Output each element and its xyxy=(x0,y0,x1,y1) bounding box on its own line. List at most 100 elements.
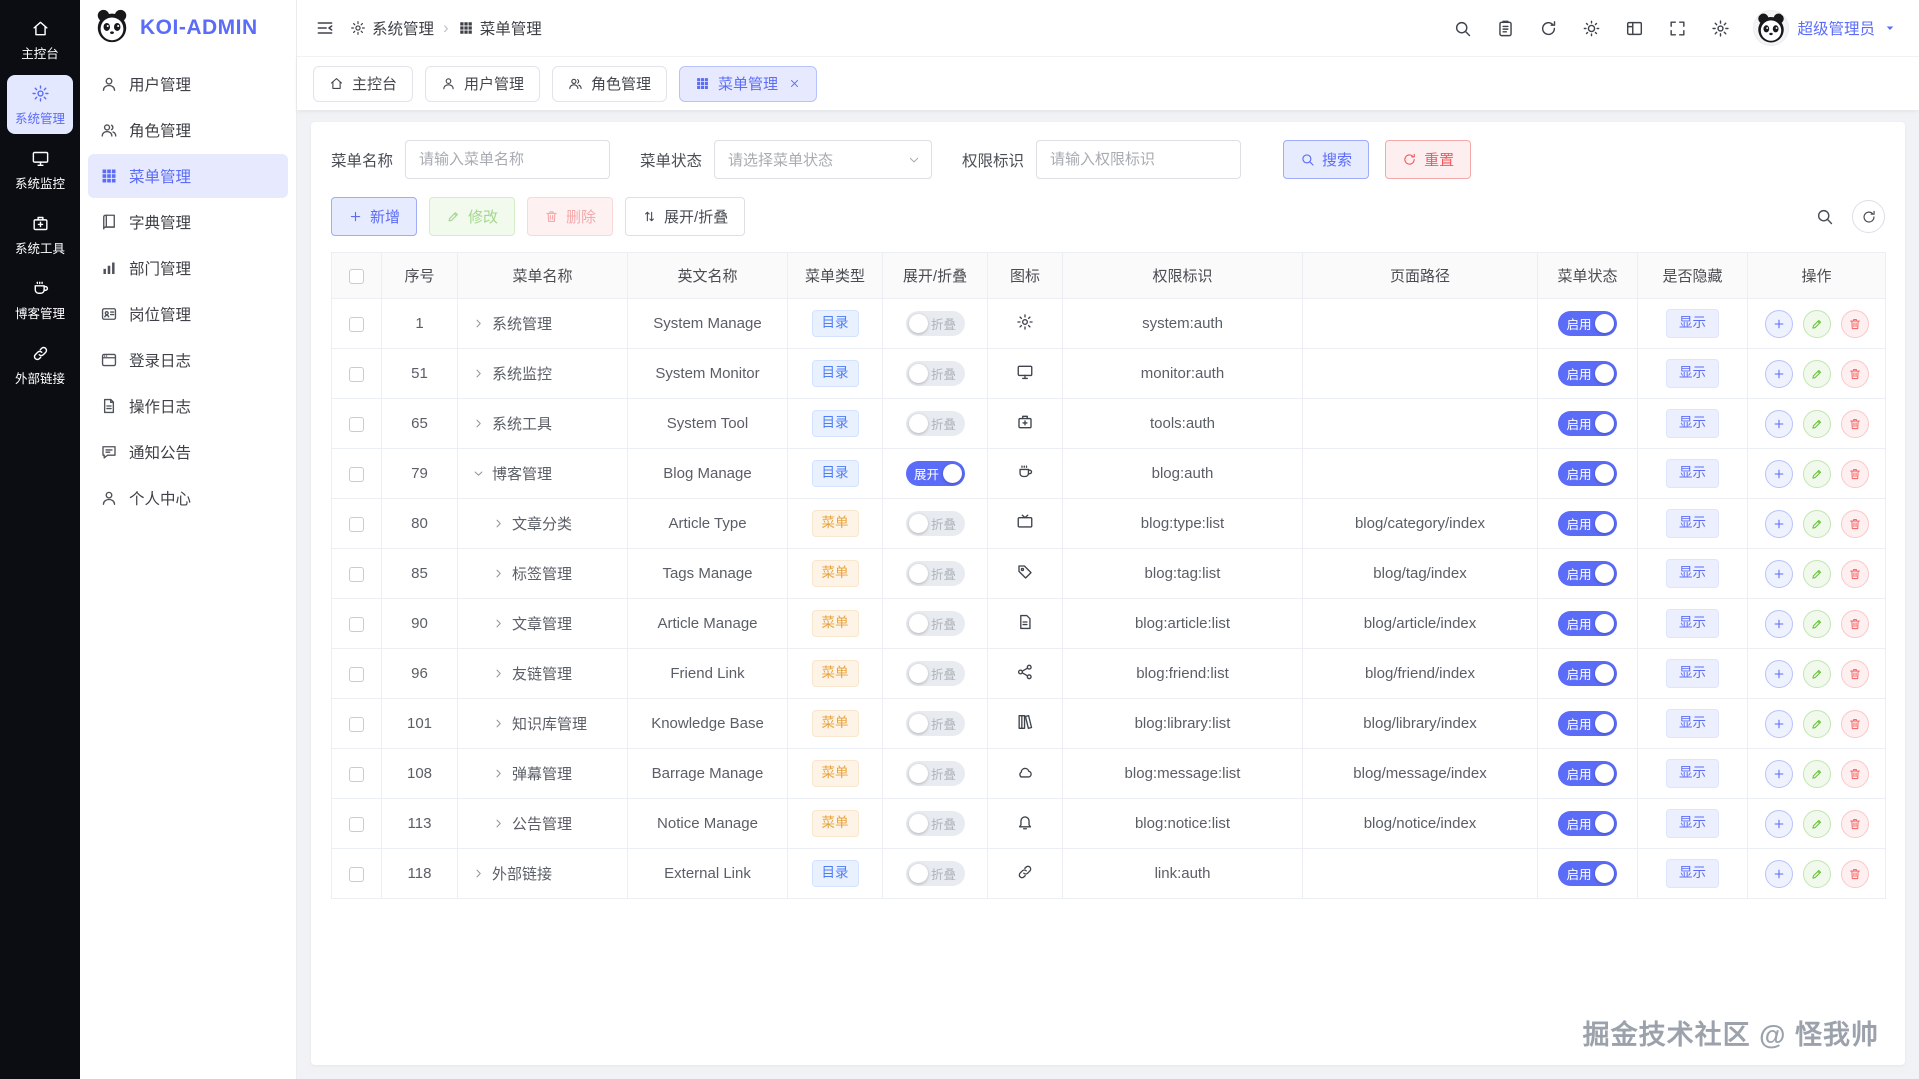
expand-row-control[interactable]: 知识库管理 xyxy=(462,713,623,734)
visibility-button[interactable]: 显示 xyxy=(1666,609,1719,637)
visibility-button[interactable]: 显示 xyxy=(1666,659,1719,687)
sidebar-item-posts[interactable]: 岗位管理 xyxy=(88,292,288,336)
row-checkbox[interactable] xyxy=(349,667,364,682)
sidebar-item-operation-log[interactable]: 操作日志 xyxy=(88,384,288,428)
add-button[interactable]: 新增 xyxy=(331,197,417,236)
rail-item-system[interactable]: 系统管理 xyxy=(7,75,73,134)
expand-row-control[interactable]: 系统管理 xyxy=(462,313,623,334)
add-child-button[interactable] xyxy=(1765,860,1793,888)
layout-toggle-button[interactable] xyxy=(1625,19,1644,38)
add-child-button[interactable] xyxy=(1765,760,1793,788)
header-search-button[interactable] xyxy=(1453,19,1472,38)
sidebar-item-dictionary[interactable]: 字典管理 xyxy=(88,200,288,244)
add-child-button[interactable] xyxy=(1765,410,1793,438)
rail-item-external[interactable]: 外部链接 xyxy=(7,335,73,394)
add-child-button[interactable] xyxy=(1765,460,1793,488)
expand-row-control[interactable]: 友链管理 xyxy=(462,663,623,684)
delete-row-button[interactable] xyxy=(1841,860,1869,888)
delete-row-button[interactable] xyxy=(1841,310,1869,338)
menu-name-input[interactable] xyxy=(405,140,610,179)
search-button[interactable]: 搜索 xyxy=(1283,140,1369,179)
status-toggle[interactable]: 启用 xyxy=(1558,411,1617,436)
edit-row-button[interactable] xyxy=(1803,360,1831,388)
edit-row-button[interactable] xyxy=(1803,510,1831,538)
add-child-button[interactable] xyxy=(1765,810,1793,838)
edit-row-button[interactable] xyxy=(1803,560,1831,588)
expand-row-control[interactable]: 弹幕管理 xyxy=(462,763,623,784)
row-checkbox[interactable] xyxy=(349,317,364,332)
expand-row-control[interactable]: 文章分类 xyxy=(462,513,623,534)
edit-row-button[interactable] xyxy=(1803,710,1831,738)
expand-toggle[interactable]: 折叠 xyxy=(906,411,965,436)
edit-row-button[interactable] xyxy=(1803,760,1831,788)
sidebar-item-profile[interactable]: 个人中心 xyxy=(88,476,288,520)
user-menu[interactable]: 超级管理员 xyxy=(1753,10,1897,46)
edit-row-button[interactable] xyxy=(1803,660,1831,688)
table-search-button[interactable] xyxy=(1815,207,1834,226)
table-refresh-button[interactable] xyxy=(1852,200,1885,233)
delete-row-button[interactable] xyxy=(1841,810,1869,838)
delete-row-button[interactable] xyxy=(1841,610,1869,638)
visibility-button[interactable]: 显示 xyxy=(1666,809,1719,837)
select-all-checkbox[interactable] xyxy=(349,269,364,284)
visibility-button[interactable]: 显示 xyxy=(1666,559,1719,587)
expand-toggle[interactable]: 折叠 xyxy=(906,861,965,886)
delete-row-button[interactable] xyxy=(1841,510,1869,538)
status-toggle[interactable]: 启用 xyxy=(1558,661,1617,686)
delete-row-button[interactable] xyxy=(1841,710,1869,738)
visibility-button[interactable]: 显示 xyxy=(1666,509,1719,537)
delete-row-button[interactable] xyxy=(1841,760,1869,788)
visibility-button[interactable]: 显示 xyxy=(1666,709,1719,737)
row-checkbox[interactable] xyxy=(349,717,364,732)
tab-users[interactable]: 用户管理 xyxy=(425,66,540,102)
rail-item-blog[interactable]: 博客管理 xyxy=(7,270,73,329)
expand-row-control[interactable]: 文章管理 xyxy=(462,613,623,634)
expand-toggle[interactable]: 折叠 xyxy=(906,711,965,736)
status-toggle[interactable]: 启用 xyxy=(1558,461,1617,486)
edit-row-button[interactable] xyxy=(1803,460,1831,488)
tab-roles[interactable]: 角色管理 xyxy=(552,66,667,102)
expand-toggle[interactable]: 折叠 xyxy=(906,811,965,836)
edit-row-button[interactable] xyxy=(1803,810,1831,838)
row-checkbox[interactable] xyxy=(349,467,364,482)
edit-row-button[interactable] xyxy=(1803,860,1831,888)
sidebar-item-menus[interactable]: 菜单管理 xyxy=(88,154,288,198)
expand-row-control[interactable]: 博客管理 xyxy=(462,463,623,484)
expand-toggle[interactable]: 折叠 xyxy=(906,361,965,386)
visibility-button[interactable]: 显示 xyxy=(1666,359,1719,387)
status-toggle[interactable]: 启用 xyxy=(1558,511,1617,536)
row-checkbox[interactable] xyxy=(349,817,364,832)
header-notes-button[interactable] xyxy=(1496,19,1515,38)
edit-row-button[interactable] xyxy=(1803,410,1831,438)
row-checkbox[interactable] xyxy=(349,767,364,782)
edit-row-button[interactable] xyxy=(1803,310,1831,338)
status-toggle[interactable]: 启用 xyxy=(1558,561,1617,586)
menu-status-select[interactable]: 请选择菜单状态 xyxy=(714,140,932,179)
rail-item-tools[interactable]: 系统工具 xyxy=(7,205,73,264)
visibility-button[interactable]: 显示 xyxy=(1666,309,1719,337)
rail-item-dashboard[interactable]: 主控台 xyxy=(7,10,73,69)
add-child-button[interactable] xyxy=(1765,360,1793,388)
sidebar-item-login-log[interactable]: 登录日志 xyxy=(88,338,288,382)
expand-toggle[interactable]: 折叠 xyxy=(906,761,965,786)
visibility-button[interactable]: 显示 xyxy=(1666,759,1719,787)
sidebar-item-roles[interactable]: 角色管理 xyxy=(88,108,288,152)
delete-row-button[interactable] xyxy=(1841,660,1869,688)
status-toggle[interactable]: 启用 xyxy=(1558,611,1617,636)
add-child-button[interactable] xyxy=(1765,660,1793,688)
header-refresh-button[interactable] xyxy=(1539,19,1558,38)
tab-menus[interactable]: 菜单管理 xyxy=(679,66,817,102)
expand-row-control[interactable]: 公告管理 xyxy=(462,813,623,834)
breadcrumb-item-0[interactable]: 系统管理 xyxy=(350,17,434,39)
visibility-button[interactable]: 显示 xyxy=(1666,859,1719,887)
status-toggle[interactable]: 启用 xyxy=(1558,311,1617,336)
edit-button[interactable]: 修改 xyxy=(429,197,515,236)
row-checkbox[interactable] xyxy=(349,617,364,632)
add-child-button[interactable] xyxy=(1765,510,1793,538)
rail-item-monitor[interactable]: 系统监控 xyxy=(7,140,73,199)
sidebar-collapse-button[interactable] xyxy=(315,18,335,38)
status-toggle[interactable]: 启用 xyxy=(1558,361,1617,386)
edit-row-button[interactable] xyxy=(1803,610,1831,638)
visibility-button[interactable]: 显示 xyxy=(1666,459,1719,487)
expand-toggle[interactable]: 折叠 xyxy=(906,511,965,536)
